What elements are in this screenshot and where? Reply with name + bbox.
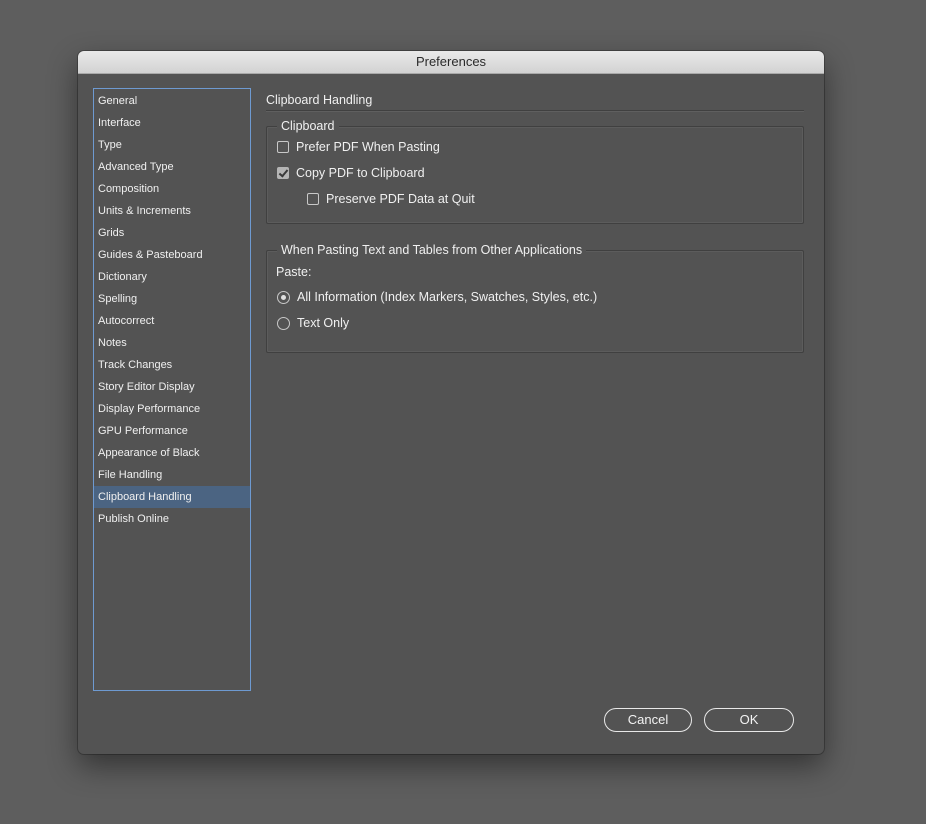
sidebar-item-notes[interactable]: Notes [94,332,250,354]
preferences-category-list[interactable]: General Interface Type Advanced Type Com… [93,88,251,691]
text-only-option[interactable]: Text Only [277,315,349,331]
sidebar-item-publish-online[interactable]: Publish Online [94,508,250,530]
sidebar-item-spelling[interactable]: Spelling [94,288,250,310]
ok-button[interactable]: OK [704,708,794,732]
sidebar-item-composition[interactable]: Composition [94,178,250,200]
sidebar-item-gpu-performance[interactable]: GPU Performance [94,420,250,442]
sidebar-item-file-handling[interactable]: File Handling [94,464,250,486]
sidebar-item-appearance-of-black[interactable]: Appearance of Black [94,442,250,464]
preserve-pdf-label: Preserve PDF Data at Quit [326,192,475,206]
sidebar-item-dictionary[interactable]: Dictionary [94,266,250,288]
cancel-button[interactable]: Cancel [604,708,692,732]
sidebar-item-clipboard-handling[interactable]: Clipboard Handling [94,486,250,508]
copy-pdf-option[interactable]: Copy PDF to Clipboard [277,165,425,181]
sidebar-item-autocorrect[interactable]: Autocorrect [94,310,250,332]
sidebar-item-story-editor-display[interactable]: Story Editor Display [94,376,250,398]
copy-pdf-label: Copy PDF to Clipboard [296,166,425,180]
clipboard-group: Clipboard Prefer PDF When Pasting Copy P… [266,118,804,224]
all-information-option[interactable]: All Information (Index Markers, Swatches… [277,289,597,305]
copy-pdf-checkbox[interactable] [277,167,289,179]
preserve-pdf-checkbox[interactable] [307,193,319,205]
paste-label: Paste: [276,265,312,279]
all-information-label: All Information (Index Markers, Swatches… [297,290,598,304]
sidebar-item-display-performance[interactable]: Display Performance [94,398,250,420]
prefer-pdf-checkbox[interactable] [277,141,289,153]
sidebar-item-type[interactable]: Type [94,134,250,156]
sidebar-item-grids[interactable]: Grids [94,222,250,244]
sidebar-item-advanced-type[interactable]: Advanced Type [94,156,250,178]
panel-title: Clipboard Handling [266,91,804,111]
sidebar-item-units-increments[interactable]: Units & Increments [94,200,250,222]
sidebar-item-interface[interactable]: Interface [94,112,250,134]
preferences-panel: Clipboard Handling Clipboard Prefer PDF … [266,91,804,353]
preferences-dialog: Preferences General Interface Type Advan… [78,51,824,754]
sidebar-item-general[interactable]: General [94,90,250,112]
prefer-pdf-option[interactable]: Prefer PDF When Pasting [277,139,440,155]
prefer-pdf-label: Prefer PDF When Pasting [296,140,440,154]
window-title: Preferences [78,51,824,74]
pasting-group-legend: When Pasting Text and Tables from Other … [277,242,587,258]
clipboard-group-legend: Clipboard [277,118,339,134]
text-only-radio[interactable] [277,316,290,330]
pasting-group: When Pasting Text and Tables from Other … [266,242,804,353]
text-only-label: Text Only [297,316,350,330]
sidebar-item-guides-pasteboard[interactable]: Guides & Pasteboard [94,244,250,266]
sidebar-item-track-changes[interactable]: Track Changes [94,354,250,376]
preserve-pdf-option[interactable]: Preserve PDF Data at Quit [307,191,475,207]
all-information-radio[interactable] [277,290,290,304]
